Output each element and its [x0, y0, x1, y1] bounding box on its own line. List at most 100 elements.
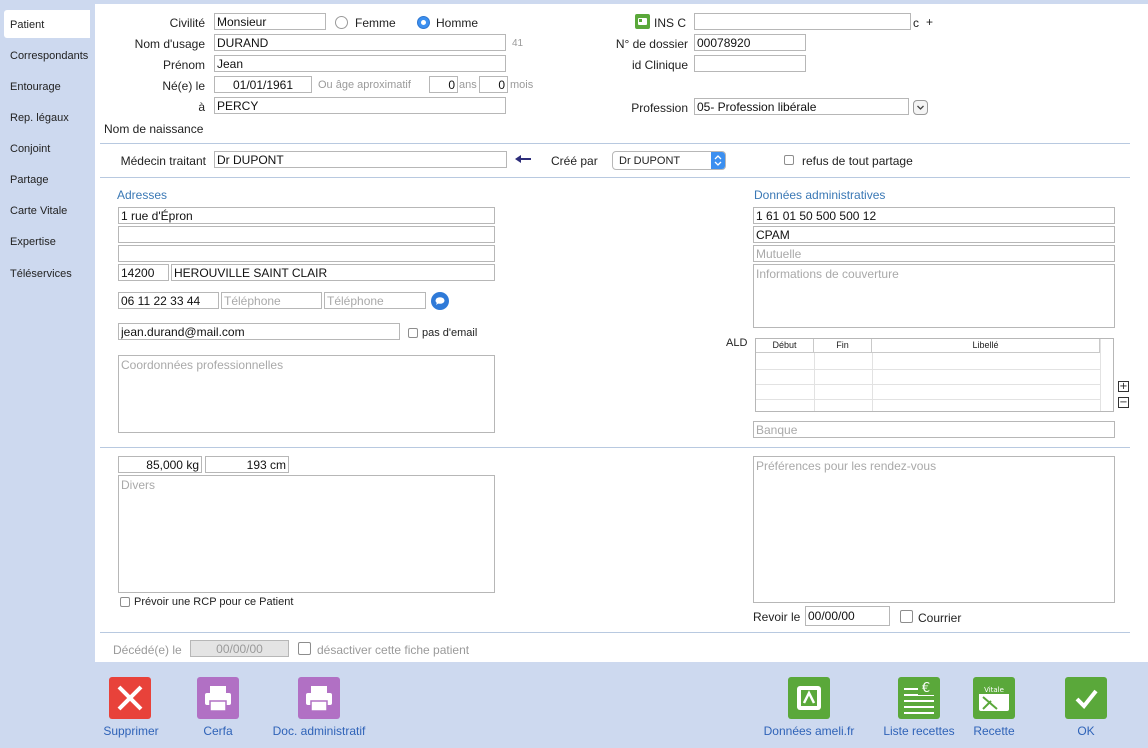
ameli-button[interactable] [788, 677, 830, 719]
ins-add-button[interactable]: + [926, 15, 933, 29]
doc-admin-label[interactable]: Doc. administratif [268, 724, 370, 738]
delete-label[interactable]: Supprimer [100, 724, 162, 738]
ald-col-libelle[interactable]: Libellé [872, 339, 1100, 353]
divider [100, 143, 1130, 144]
medecin-traitant-field[interactable] [214, 151, 507, 168]
ville-field[interactable] [171, 264, 495, 281]
revoir-le-label: Revoir le [753, 610, 801, 624]
divers-field[interactable] [118, 475, 495, 593]
homme-radio[interactable] [417, 16, 430, 29]
ald-scroll-separator [1100, 339, 1101, 411]
liste-recettes-label[interactable]: Liste recettes [877, 724, 961, 738]
telephone2-field[interactable] [221, 292, 322, 309]
desactiver-checkbox[interactable] [298, 642, 311, 655]
taille-field[interactable] [205, 456, 289, 473]
nom-naissance-label: Nom de naissance [104, 122, 204, 136]
close-icon [117, 685, 143, 711]
cree-par-select[interactable]: Dr DUPONT [612, 151, 726, 170]
cerfa-button[interactable] [197, 677, 239, 719]
refus-partage-checkbox[interactable] [784, 155, 794, 165]
sidebar-item-correspondants[interactable]: Correspondants [4, 41, 90, 69]
sidebar-item-entourage[interactable]: Entourage [4, 72, 90, 100]
revoir-le-field[interactable] [805, 606, 890, 626]
sidebar-item-partage[interactable]: Partage [4, 165, 90, 193]
ok-button[interactable] [1065, 677, 1107, 719]
femme-label: Femme [355, 16, 396, 30]
delete-button[interactable] [109, 677, 151, 719]
deces-date-field[interactable] [190, 640, 289, 657]
adresses-title: Adresses [117, 188, 168, 202]
profession-field[interactable] [694, 98, 909, 115]
caisse-field[interactable] [753, 226, 1115, 243]
ald-row-line [756, 384, 1101, 385]
divider [100, 447, 1130, 448]
recette-label[interactable]: Recette [964, 724, 1024, 738]
svg-text:€: € [922, 681, 930, 696]
clinique-field[interactable] [694, 55, 806, 72]
femme-radio[interactable] [335, 16, 348, 29]
ald-col-separator [814, 353, 815, 411]
cree-par-value: Dr DUPONT [619, 155, 681, 167]
lieu-naissance-field[interactable] [214, 97, 506, 114]
ameli-label[interactable]: Données ameli.fr [758, 724, 860, 738]
code-postal-field[interactable] [118, 264, 169, 281]
sidebar-item-carte-vitale[interactable]: Carte Vitale [4, 196, 90, 224]
dossier-field[interactable] [694, 34, 806, 51]
ans-label: ans [459, 79, 477, 91]
date-naissance-field[interactable] [214, 76, 312, 93]
admin-title: Données administratives [754, 188, 886, 202]
adresse-line3-field[interactable] [118, 245, 495, 262]
cerfa-label[interactable]: Cerfa [188, 724, 248, 738]
pas-email-checkbox[interactable] [408, 328, 418, 338]
rcp-checkbox[interactable] [120, 597, 130, 607]
printer-icon [205, 686, 231, 712]
banque-field[interactable] [753, 421, 1115, 438]
courrier-label: Courrier [918, 611, 962, 625]
courrier-checkbox[interactable] [900, 610, 913, 623]
arrow-left-icon[interactable] [514, 153, 532, 168]
divider [100, 632, 1130, 633]
age-ans-field[interactable] [429, 76, 458, 93]
coordonnees-pro-field[interactable] [118, 355, 495, 433]
chat-bubble-icon[interactable] [431, 292, 449, 310]
profession-dropdown-button[interactable] [913, 100, 928, 115]
rcp-label: Prévoir une RCP pour ce Patient [134, 596, 294, 608]
ald-col-debut[interactable]: Début [756, 339, 814, 353]
age-mois-field[interactable] [479, 76, 508, 93]
adresse-line1-field[interactable] [118, 207, 495, 224]
sidebar-item-expertise[interactable]: Expertise [4, 227, 90, 255]
sidebar-item-patient[interactable]: Patient [4, 10, 90, 38]
nom-usage-field[interactable] [214, 34, 506, 51]
civilite-label: Civilité [169, 16, 205, 30]
sidebar-item-teleservices[interactable]: Téléservices [4, 259, 90, 287]
telephone3-field[interactable] [324, 292, 426, 309]
ald-row-line [756, 369, 1101, 370]
civilite-field[interactable] [214, 13, 326, 30]
doc-admin-button[interactable] [298, 677, 340, 719]
ald-col-fin[interactable]: Fin [814, 339, 872, 353]
numero-secu-field[interactable] [753, 207, 1115, 224]
couverture-field[interactable] [753, 264, 1115, 328]
ok-label[interactable]: OK [1066, 724, 1106, 738]
prenom-field[interactable] [214, 55, 506, 72]
ald-remove-icon[interactable]: − [1118, 397, 1129, 408]
card-reader-icon [797, 686, 821, 710]
recette-button[interactable]: Vitale [973, 677, 1015, 719]
sidebar-item-conjoint[interactable]: Conjoint [4, 134, 90, 162]
liste-recettes-button[interactable]: € [898, 677, 940, 719]
preferences-rdv-field[interactable] [753, 456, 1115, 603]
ald-table[interactable]: Début Fin Libellé [755, 338, 1114, 412]
ald-add-icon[interactable]: + [1118, 381, 1129, 392]
ald-row-line [756, 399, 1101, 400]
poids-field[interactable] [118, 456, 202, 473]
checkmark-icon [1075, 689, 1098, 709]
adresse-line2-field[interactable] [118, 226, 495, 243]
ins-label: INS C [654, 16, 687, 30]
sidebar-item-rep-legaux[interactable]: Rep. légaux [4, 103, 90, 131]
email-field[interactable] [118, 323, 400, 340]
ins-card-icon[interactable] [635, 14, 650, 29]
ins-field[interactable] [694, 13, 911, 30]
telephone1-field[interactable] [118, 292, 219, 309]
mutuelle-field[interactable] [753, 245, 1115, 262]
ne-le-label: Né(e) le [162, 79, 205, 93]
